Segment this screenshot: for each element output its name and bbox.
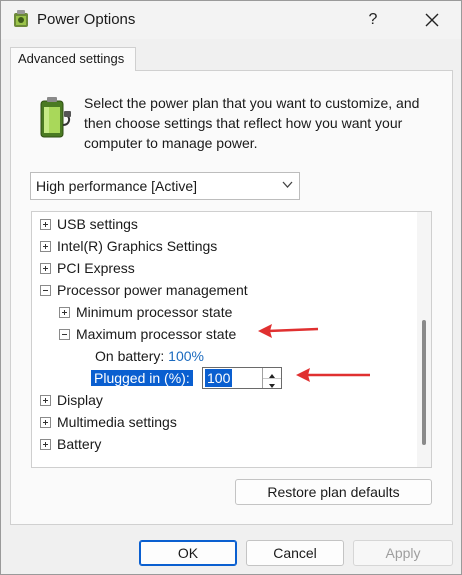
caret-down-icon xyxy=(269,384,275,388)
advanced-settings-panel: Select the power plan that you want to c… xyxy=(10,70,453,525)
settings-tree[interactable]: USB settings Intel(R) Graphics Settings … xyxy=(31,211,432,468)
help-icon[interactable]: ? xyxy=(361,9,385,31)
restore-plan-defaults-button[interactable]: Restore plan defaults xyxy=(235,479,432,505)
expand-icon[interactable] xyxy=(40,395,51,406)
expand-icon[interactable] xyxy=(40,417,51,428)
plugged-in-label: Plugged in (%): xyxy=(91,370,193,386)
plugged-in-value-input[interactable]: 100 xyxy=(205,369,233,387)
apply-button[interactable]: Apply xyxy=(353,540,453,566)
expand-icon[interactable] xyxy=(40,263,51,274)
tree-item-label: Display xyxy=(57,392,103,408)
power-options-dialog: Power Options ? Advanced settings Select… xyxy=(0,0,462,575)
collapse-icon[interactable] xyxy=(59,329,70,340)
annotation-arrow-icon xyxy=(258,324,319,338)
spinner-buttons xyxy=(262,368,281,388)
on-battery-value-link[interactable]: 100% xyxy=(168,348,204,364)
spinner-down-button[interactable] xyxy=(263,378,281,388)
power-plan-dropdown[interactable]: High performance [Active] xyxy=(30,172,300,200)
tree-item-label: Intel(R) Graphics Settings xyxy=(57,238,218,254)
chevron-down-icon xyxy=(282,181,293,188)
tree-item-label: Maximum processor state xyxy=(76,326,237,342)
annotation-arrow-icon xyxy=(296,368,370,382)
window-title: Power Options xyxy=(37,11,136,28)
tree-item-label: Processor power management xyxy=(57,282,248,298)
tree-item-label: USB settings xyxy=(57,216,138,232)
on-battery-label: On battery: xyxy=(95,348,165,364)
tree-item-label: Multimedia settings xyxy=(57,414,177,430)
power-plan-selected: High performance [Active] xyxy=(36,178,198,194)
battery-plug-icon xyxy=(40,97,71,138)
power-options-icon xyxy=(14,10,28,27)
tab-advanced-settings[interactable]: Advanced settings xyxy=(10,47,136,71)
intro-text: Select the power plan that you want to c… xyxy=(84,95,420,151)
collapse-icon[interactable] xyxy=(40,285,51,296)
expand-icon[interactable] xyxy=(40,219,51,230)
tree-item-label: Minimum processor state xyxy=(76,304,233,320)
close-button[interactable] xyxy=(417,5,447,35)
expand-icon[interactable] xyxy=(59,307,70,318)
tree-item-label: Battery xyxy=(57,436,102,452)
scrollbar-thumb[interactable] xyxy=(422,320,426,445)
plugged-in-spinner[interactable]: 100 xyxy=(202,367,282,389)
ok-button[interactable]: OK xyxy=(139,540,237,566)
tree-item-label: PCI Express xyxy=(57,260,135,276)
close-icon xyxy=(425,13,439,27)
expand-icon[interactable] xyxy=(40,439,51,450)
title-bar: Power Options ? xyxy=(1,1,461,39)
expand-icon[interactable] xyxy=(40,241,51,252)
tree-scrollbar[interactable] xyxy=(417,212,431,467)
tree-item-on-battery[interactable]: On battery: 100% xyxy=(95,346,204,366)
cancel-button[interactable]: Cancel xyxy=(246,540,344,566)
